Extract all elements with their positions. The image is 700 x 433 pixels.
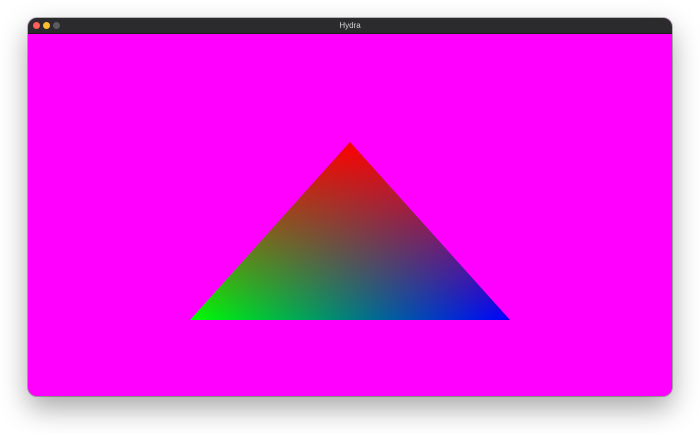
title-bar[interactable]: Hydra xyxy=(28,18,672,34)
app-window: Hydra xyxy=(28,18,672,396)
window-title: Hydra xyxy=(339,21,361,30)
render-surface xyxy=(28,34,672,396)
render-canvas[interactable] xyxy=(28,34,672,396)
